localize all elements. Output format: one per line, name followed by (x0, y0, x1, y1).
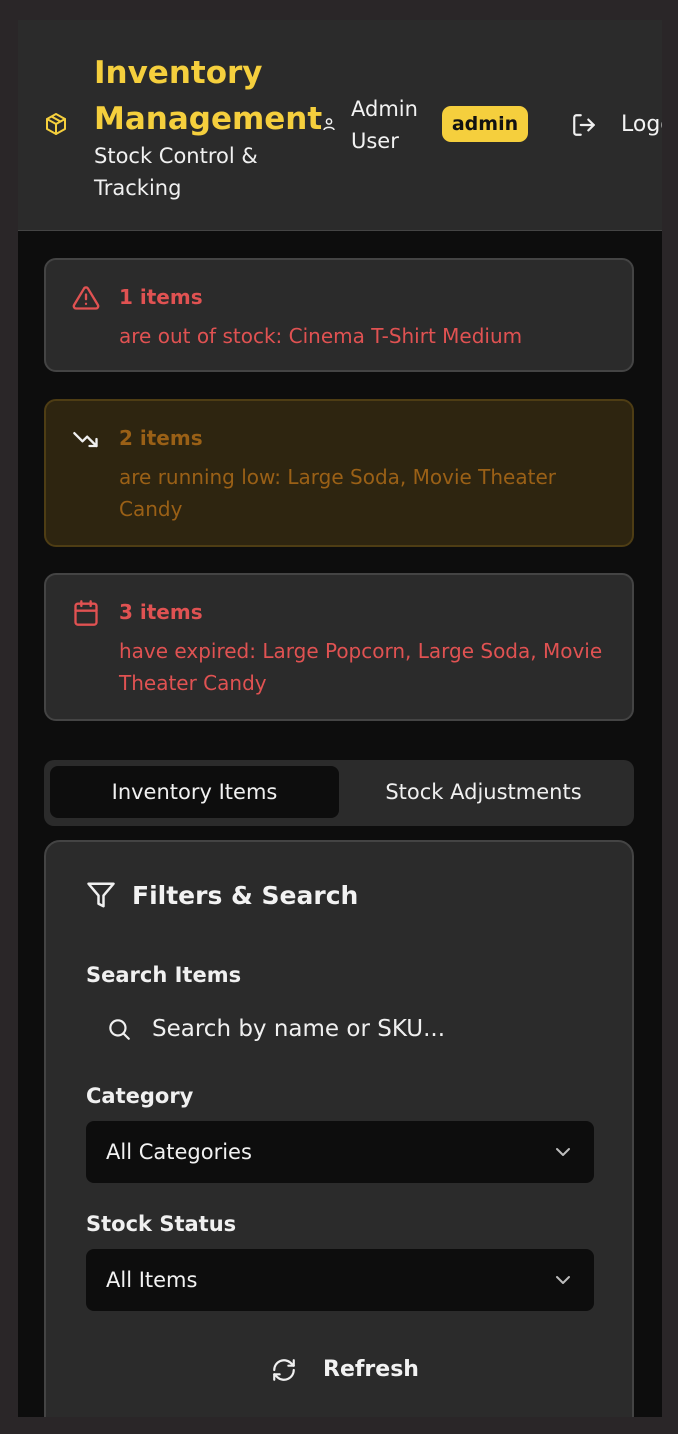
tab-inventory-items[interactable]: Inventory Items (50, 766, 339, 818)
refresh-icon (273, 1359, 295, 1381)
package-icon (46, 113, 66, 135)
logout-label: Logout (621, 112, 662, 137)
refresh-button[interactable]: Refresh (271, 1352, 421, 1388)
expired-alert: 3 items have expired: Large Popcorn, Lar… (44, 573, 634, 721)
category-label: Category (86, 1084, 194, 1108)
tab-stock-adjustments[interactable]: Stock Adjustments (339, 766, 628, 818)
app-subtitle: Stock Control & Tracking (94, 144, 258, 200)
search-input[interactable] (150, 1008, 594, 1050)
logout-icon (573, 114, 595, 136)
refresh-label: Refresh (323, 1357, 419, 1382)
filters-panel: Filters & Search Search Items Category A… (44, 840, 634, 1417)
app-title: Inventory Management (94, 55, 323, 137)
low-stock-alert: 2 items are running low: Large Soda, Mov… (44, 399, 634, 547)
chevron-down-icon (556, 1276, 570, 1284)
logout-button[interactable]: Logout (571, 110, 662, 140)
status-label: Stock Status (86, 1212, 237, 1236)
alert-count: 3 items (119, 600, 203, 624)
alert-count: 1 items (119, 285, 203, 309)
alert-count: 2 items (119, 426, 203, 450)
out-of-stock-alert: 1 items are out of stock: Cinema T-Shirt… (44, 258, 634, 372)
search-icon (109, 1019, 130, 1040)
category-select[interactable]: All Categories (86, 1121, 594, 1183)
filters-title: Filters & Search (132, 881, 359, 910)
user-name: Admin User (351, 97, 418, 153)
filter-icon (87, 882, 115, 908)
alert-text: have expired: Large Popcorn, Large Soda,… (119, 639, 603, 695)
alert-text: are running low: Large Soda, Movie Theat… (119, 465, 556, 521)
search-label: Search Items (86, 963, 242, 987)
status-value: All Items (106, 1268, 198, 1292)
chevron-down-icon (556, 1148, 570, 1156)
tab-bar: Inventory Items Stock Adjustments (44, 760, 634, 826)
alert-triangle-icon (72, 286, 100, 310)
alert-text: are out of stock: Cinema T-Shirt Medium (119, 324, 523, 348)
category-value: All Categories (106, 1140, 252, 1164)
app-header: Inventory Management Stock Control & Tra… (18, 20, 662, 231)
app-window: Inventory Management Stock Control & Tra… (18, 20, 662, 1417)
trending-down-icon (73, 432, 98, 448)
role-badge: admin (442, 106, 528, 142)
user-icon (323, 118, 335, 131)
stock-status-select[interactable]: All Items (86, 1249, 594, 1311)
calendar-icon (74, 600, 98, 626)
